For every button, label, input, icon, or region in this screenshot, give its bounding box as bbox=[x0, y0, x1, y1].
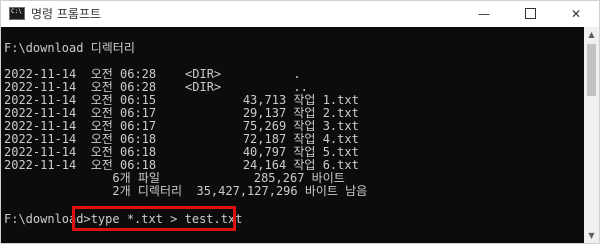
maximize-button[interactable] bbox=[507, 1, 553, 27]
console-line: F:\download 디렉터리 bbox=[4, 41, 135, 55]
close-button[interactable]: ✕ bbox=[553, 1, 599, 27]
command-highlight-box bbox=[72, 206, 236, 231]
scroll-thumb[interactable] bbox=[587, 44, 596, 96]
cmd-app-icon: C:\ bbox=[9, 7, 25, 20]
cmd-icon-label: C:\ bbox=[11, 8, 22, 15]
title-bar[interactable]: C:\ 명령 프롬프트 — ✕ bbox=[1, 1, 599, 27]
scroll-down-icon[interactable]: ▼ bbox=[584, 228, 599, 243]
vertical-scrollbar[interactable]: ▲ ▼ bbox=[584, 27, 599, 243]
command-prompt-window: C:\ 명령 프롬프트 — ✕ F:\download 디렉터리 2022-11… bbox=[0, 0, 600, 244]
console-line: 2개 디렉터리 35,427,127,296 바이트 남음 bbox=[4, 184, 368, 198]
close-icon: ✕ bbox=[570, 7, 582, 21]
minimize-icon: — bbox=[478, 7, 490, 21]
window-title: 명령 프롬프트 bbox=[31, 7, 102, 21]
minimize-button[interactable]: — bbox=[461, 1, 507, 27]
scroll-up-icon[interactable]: ▲ bbox=[584, 27, 599, 42]
maximize-icon bbox=[524, 8, 536, 19]
